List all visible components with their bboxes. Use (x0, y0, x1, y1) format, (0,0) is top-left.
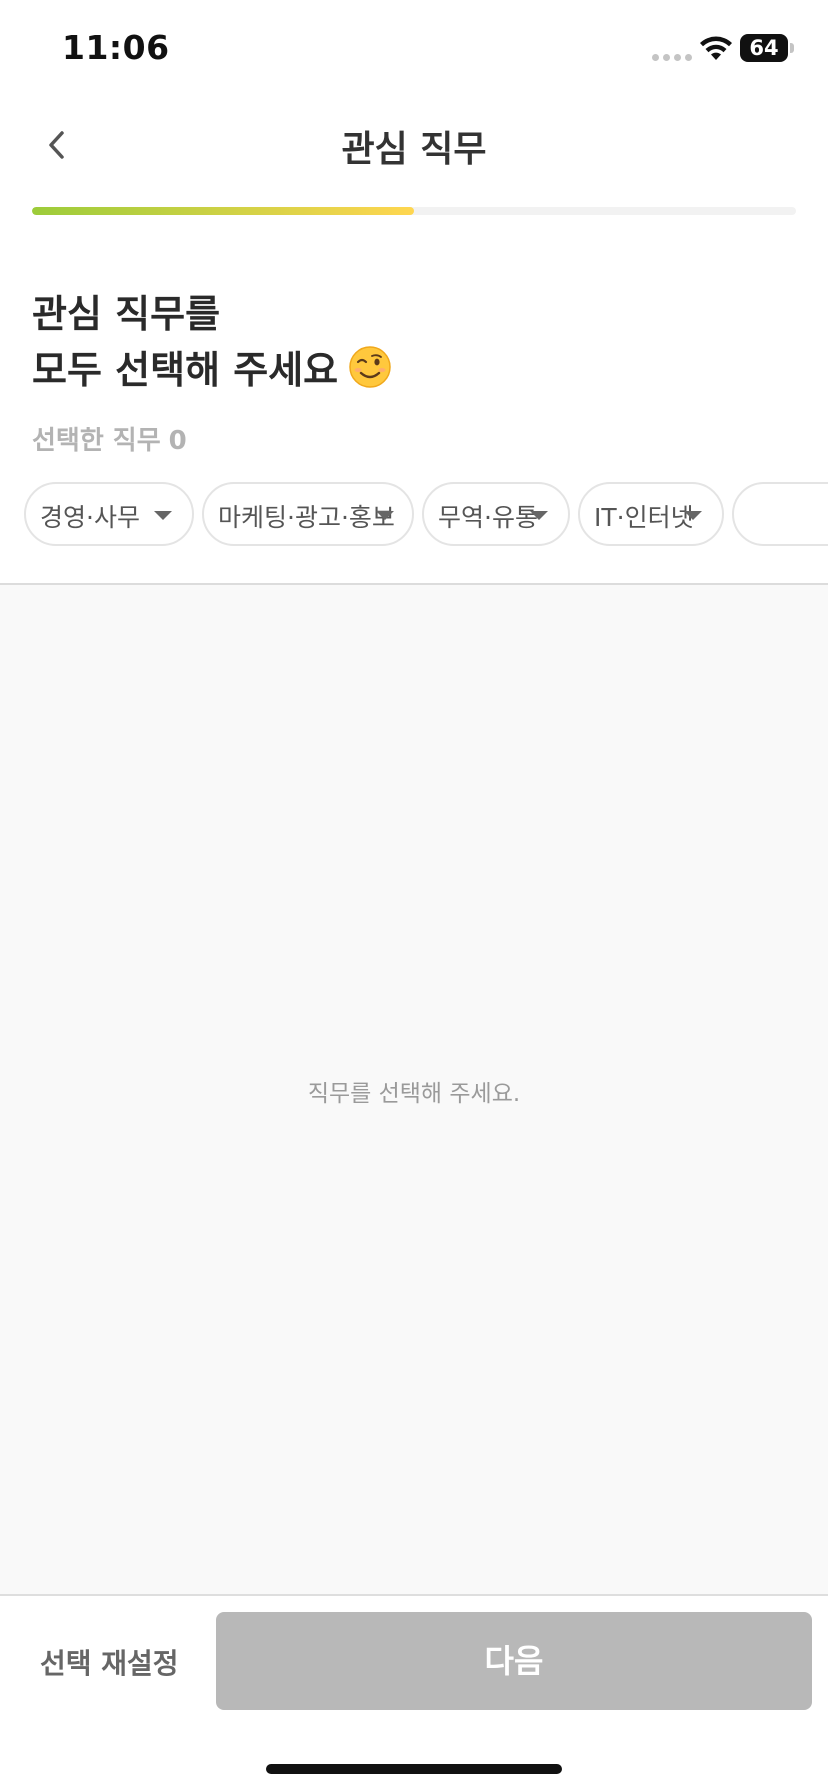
progress-fill (32, 207, 414, 215)
signal-dots-icon (652, 54, 692, 61)
caret-down-icon (154, 511, 172, 520)
selected-count: 선택한 직무 0 (32, 420, 187, 457)
caret-down-icon (530, 511, 548, 520)
wifi-icon (700, 36, 732, 60)
selected-jobs-area: 직무를 선택해 주세요. (0, 585, 828, 1594)
heading-line-2: 모두 선택해 주세요 (32, 348, 339, 392)
next-button[interactable]: 다음 (216, 1612, 812, 1710)
progress-bar (32, 207, 796, 215)
category-chip-management[interactable]: 경영·사무 (24, 482, 194, 546)
reset-selection-button[interactable]: 선택 재설정 (40, 1642, 179, 1682)
chip-label: 마케팅·광고·홍보 (218, 503, 395, 532)
empty-state-message: 직무를 선택해 주세요. (307, 1081, 521, 1107)
chip-label: IT·인터넷 (594, 503, 694, 532)
category-chip-more[interactable] (732, 482, 828, 546)
heading-line-1: 관심 직무를 (32, 292, 221, 336)
bottom-action-bar: 선택 재설정 다음 (0, 1594, 828, 1792)
home-indicator (266, 1764, 562, 1774)
caret-down-icon (684, 511, 702, 520)
category-chip-trade[interactable]: 무역·유통 (422, 482, 570, 546)
page-title: 관심 직무 (341, 129, 487, 170)
selected-count-label: 선택한 직무 (32, 426, 161, 456)
category-chip-marketing[interactable]: 마케팅·광고·홍보 (202, 482, 414, 546)
selected-count-value: 0 (168, 426, 187, 456)
chip-label: 경영·사무 (40, 503, 140, 532)
status-bar: 11:06 64 (0, 0, 828, 100)
status-time: 11:06 (62, 28, 170, 67)
category-chip-it[interactable]: IT·인터넷 (578, 482, 724, 546)
chip-label: 무역·유통 (438, 503, 538, 532)
winking-face-icon (349, 346, 391, 388)
battery-indicator: 64 (740, 34, 794, 62)
caret-down-icon (376, 511, 394, 520)
nav-header: 관심 직무 (0, 100, 828, 190)
category-chips: 경영·사무 마케팅·광고·홍보 무역·유통 IT·인터넷 (24, 482, 828, 546)
battery-level: 64 (749, 36, 779, 60)
page-heading: 관심 직무를 모두 선택해 주세요 (32, 286, 392, 398)
